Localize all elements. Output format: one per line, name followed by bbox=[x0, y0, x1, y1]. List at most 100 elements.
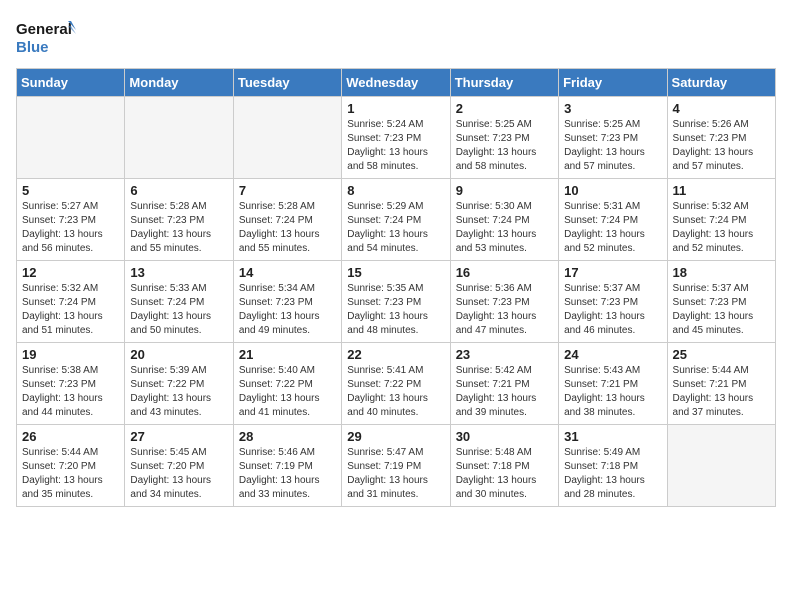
calendar-week-3: 12 Sunrise: 5:32 AMSunset: 7:24 PMDaylig… bbox=[17, 261, 776, 343]
weekday-header-sunday: Sunday bbox=[17, 69, 125, 97]
calendar-cell: 14 Sunrise: 5:34 AMSunset: 7:23 PMDaylig… bbox=[233, 261, 341, 343]
calendar-cell: 28 Sunrise: 5:46 AMSunset: 7:19 PMDaylig… bbox=[233, 425, 341, 507]
day-number: 21 bbox=[239, 347, 336, 362]
calendar-cell: 26 Sunrise: 5:44 AMSunset: 7:20 PMDaylig… bbox=[17, 425, 125, 507]
weekday-header-wednesday: Wednesday bbox=[342, 69, 450, 97]
day-info: Sunrise: 5:31 AMSunset: 7:24 PMDaylight:… bbox=[564, 200, 661, 256]
calendar-cell: 19 Sunrise: 5:38 AMSunset: 7:23 PMDaylig… bbox=[17, 343, 125, 425]
calendar-cell: 8 Sunrise: 5:29 AMSunset: 7:24 PMDayligh… bbox=[342, 179, 450, 261]
day-info: Sunrise: 5:32 AMSunset: 7:24 PMDaylight:… bbox=[22, 282, 119, 338]
calendar-cell bbox=[125, 97, 233, 179]
calendar-cell: 20 Sunrise: 5:39 AMSunset: 7:22 PMDaylig… bbox=[125, 343, 233, 425]
day-number: 11 bbox=[673, 183, 770, 198]
day-number: 16 bbox=[456, 265, 553, 280]
day-info: Sunrise: 5:49 AMSunset: 7:18 PMDaylight:… bbox=[564, 446, 661, 502]
calendar-table: SundayMondayTuesdayWednesdayThursdayFrid… bbox=[16, 68, 776, 507]
weekday-header-monday: Monday bbox=[125, 69, 233, 97]
day-info: Sunrise: 5:29 AMSunset: 7:24 PMDaylight:… bbox=[347, 200, 444, 256]
day-info: Sunrise: 5:26 AMSunset: 7:23 PMDaylight:… bbox=[673, 118, 770, 174]
day-info: Sunrise: 5:33 AMSunset: 7:24 PMDaylight:… bbox=[130, 282, 227, 338]
calendar-cell: 29 Sunrise: 5:47 AMSunset: 7:19 PMDaylig… bbox=[342, 425, 450, 507]
day-info: Sunrise: 5:25 AMSunset: 7:23 PMDaylight:… bbox=[456, 118, 553, 174]
calendar-cell: 10 Sunrise: 5:31 AMSunset: 7:24 PMDaylig… bbox=[559, 179, 667, 261]
day-info: Sunrise: 5:35 AMSunset: 7:23 PMDaylight:… bbox=[347, 282, 444, 338]
calendar-cell: 6 Sunrise: 5:28 AMSunset: 7:23 PMDayligh… bbox=[125, 179, 233, 261]
weekday-header-tuesday: Tuesday bbox=[233, 69, 341, 97]
day-info: Sunrise: 5:48 AMSunset: 7:18 PMDaylight:… bbox=[456, 446, 553, 502]
calendar-cell: 9 Sunrise: 5:30 AMSunset: 7:24 PMDayligh… bbox=[450, 179, 558, 261]
calendar-cell: 17 Sunrise: 5:37 AMSunset: 7:23 PMDaylig… bbox=[559, 261, 667, 343]
day-info: Sunrise: 5:37 AMSunset: 7:23 PMDaylight:… bbox=[673, 282, 770, 338]
weekday-header-saturday: Saturday bbox=[667, 69, 775, 97]
day-info: Sunrise: 5:40 AMSunset: 7:22 PMDaylight:… bbox=[239, 364, 336, 420]
day-number: 13 bbox=[130, 265, 227, 280]
calendar-cell: 27 Sunrise: 5:45 AMSunset: 7:20 PMDaylig… bbox=[125, 425, 233, 507]
day-info: Sunrise: 5:32 AMSunset: 7:24 PMDaylight:… bbox=[673, 200, 770, 256]
day-number: 17 bbox=[564, 265, 661, 280]
day-number: 18 bbox=[673, 265, 770, 280]
day-number: 25 bbox=[673, 347, 770, 362]
calendar-cell: 30 Sunrise: 5:48 AMSunset: 7:18 PMDaylig… bbox=[450, 425, 558, 507]
calendar-week-2: 5 Sunrise: 5:27 AMSunset: 7:23 PMDayligh… bbox=[17, 179, 776, 261]
day-number: 28 bbox=[239, 429, 336, 444]
day-number: 6 bbox=[130, 183, 227, 198]
calendar-cell: 11 Sunrise: 5:32 AMSunset: 7:24 PMDaylig… bbox=[667, 179, 775, 261]
calendar-cell: 13 Sunrise: 5:33 AMSunset: 7:24 PMDaylig… bbox=[125, 261, 233, 343]
calendar-cell: 23 Sunrise: 5:42 AMSunset: 7:21 PMDaylig… bbox=[450, 343, 558, 425]
day-info: Sunrise: 5:43 AMSunset: 7:21 PMDaylight:… bbox=[564, 364, 661, 420]
day-info: Sunrise: 5:39 AMSunset: 7:22 PMDaylight:… bbox=[130, 364, 227, 420]
day-number: 22 bbox=[347, 347, 444, 362]
day-number: 29 bbox=[347, 429, 444, 444]
day-number: 3 bbox=[564, 101, 661, 116]
day-info: Sunrise: 5:38 AMSunset: 7:23 PMDaylight:… bbox=[22, 364, 119, 420]
day-info: Sunrise: 5:42 AMSunset: 7:21 PMDaylight:… bbox=[456, 364, 553, 420]
day-info: Sunrise: 5:36 AMSunset: 7:23 PMDaylight:… bbox=[456, 282, 553, 338]
day-info: Sunrise: 5:45 AMSunset: 7:20 PMDaylight:… bbox=[130, 446, 227, 502]
day-info: Sunrise: 5:46 AMSunset: 7:19 PMDaylight:… bbox=[239, 446, 336, 502]
day-info: Sunrise: 5:44 AMSunset: 7:20 PMDaylight:… bbox=[22, 446, 119, 502]
day-number: 14 bbox=[239, 265, 336, 280]
day-number: 2 bbox=[456, 101, 553, 116]
calendar-cell: 18 Sunrise: 5:37 AMSunset: 7:23 PMDaylig… bbox=[667, 261, 775, 343]
calendar-cell: 5 Sunrise: 5:27 AMSunset: 7:23 PMDayligh… bbox=[17, 179, 125, 261]
calendar-cell: 24 Sunrise: 5:43 AMSunset: 7:21 PMDaylig… bbox=[559, 343, 667, 425]
weekday-header-row: SundayMondayTuesdayWednesdayThursdayFrid… bbox=[17, 69, 776, 97]
calendar-cell: 31 Sunrise: 5:49 AMSunset: 7:18 PMDaylig… bbox=[559, 425, 667, 507]
logo: General Blue bbox=[16, 16, 76, 60]
day-number: 5 bbox=[22, 183, 119, 198]
day-info: Sunrise: 5:30 AMSunset: 7:24 PMDaylight:… bbox=[456, 200, 553, 256]
day-number: 15 bbox=[347, 265, 444, 280]
day-number: 4 bbox=[673, 101, 770, 116]
calendar-cell: 21 Sunrise: 5:40 AMSunset: 7:22 PMDaylig… bbox=[233, 343, 341, 425]
svg-text:General: General bbox=[16, 21, 72, 38]
day-info: Sunrise: 5:27 AMSunset: 7:23 PMDaylight:… bbox=[22, 200, 119, 256]
calendar-cell bbox=[17, 97, 125, 179]
calendar-cell bbox=[233, 97, 341, 179]
page-header: General Blue bbox=[16, 16, 776, 60]
svg-text:Blue: Blue bbox=[16, 39, 49, 56]
day-number: 9 bbox=[456, 183, 553, 198]
calendar-cell: 1 Sunrise: 5:24 AMSunset: 7:23 PMDayligh… bbox=[342, 97, 450, 179]
day-number: 27 bbox=[130, 429, 227, 444]
day-number: 1 bbox=[347, 101, 444, 116]
calendar-cell: 4 Sunrise: 5:26 AMSunset: 7:23 PMDayligh… bbox=[667, 97, 775, 179]
day-number: 23 bbox=[456, 347, 553, 362]
calendar-week-5: 26 Sunrise: 5:44 AMSunset: 7:20 PMDaylig… bbox=[17, 425, 776, 507]
day-info: Sunrise: 5:37 AMSunset: 7:23 PMDaylight:… bbox=[564, 282, 661, 338]
calendar-cell bbox=[667, 425, 775, 507]
day-number: 7 bbox=[239, 183, 336, 198]
calendar-week-1: 1 Sunrise: 5:24 AMSunset: 7:23 PMDayligh… bbox=[17, 97, 776, 179]
day-info: Sunrise: 5:44 AMSunset: 7:21 PMDaylight:… bbox=[673, 364, 770, 420]
day-number: 10 bbox=[564, 183, 661, 198]
day-info: Sunrise: 5:41 AMSunset: 7:22 PMDaylight:… bbox=[347, 364, 444, 420]
day-info: Sunrise: 5:28 AMSunset: 7:23 PMDaylight:… bbox=[130, 200, 227, 256]
day-number: 26 bbox=[22, 429, 119, 444]
day-number: 30 bbox=[456, 429, 553, 444]
calendar-week-4: 19 Sunrise: 5:38 AMSunset: 7:23 PMDaylig… bbox=[17, 343, 776, 425]
logo-svg: General Blue bbox=[16, 16, 76, 60]
day-info: Sunrise: 5:34 AMSunset: 7:23 PMDaylight:… bbox=[239, 282, 336, 338]
day-info: Sunrise: 5:28 AMSunset: 7:24 PMDaylight:… bbox=[239, 200, 336, 256]
calendar-cell: 2 Sunrise: 5:25 AMSunset: 7:23 PMDayligh… bbox=[450, 97, 558, 179]
calendar-cell: 22 Sunrise: 5:41 AMSunset: 7:22 PMDaylig… bbox=[342, 343, 450, 425]
calendar-cell: 3 Sunrise: 5:25 AMSunset: 7:23 PMDayligh… bbox=[559, 97, 667, 179]
